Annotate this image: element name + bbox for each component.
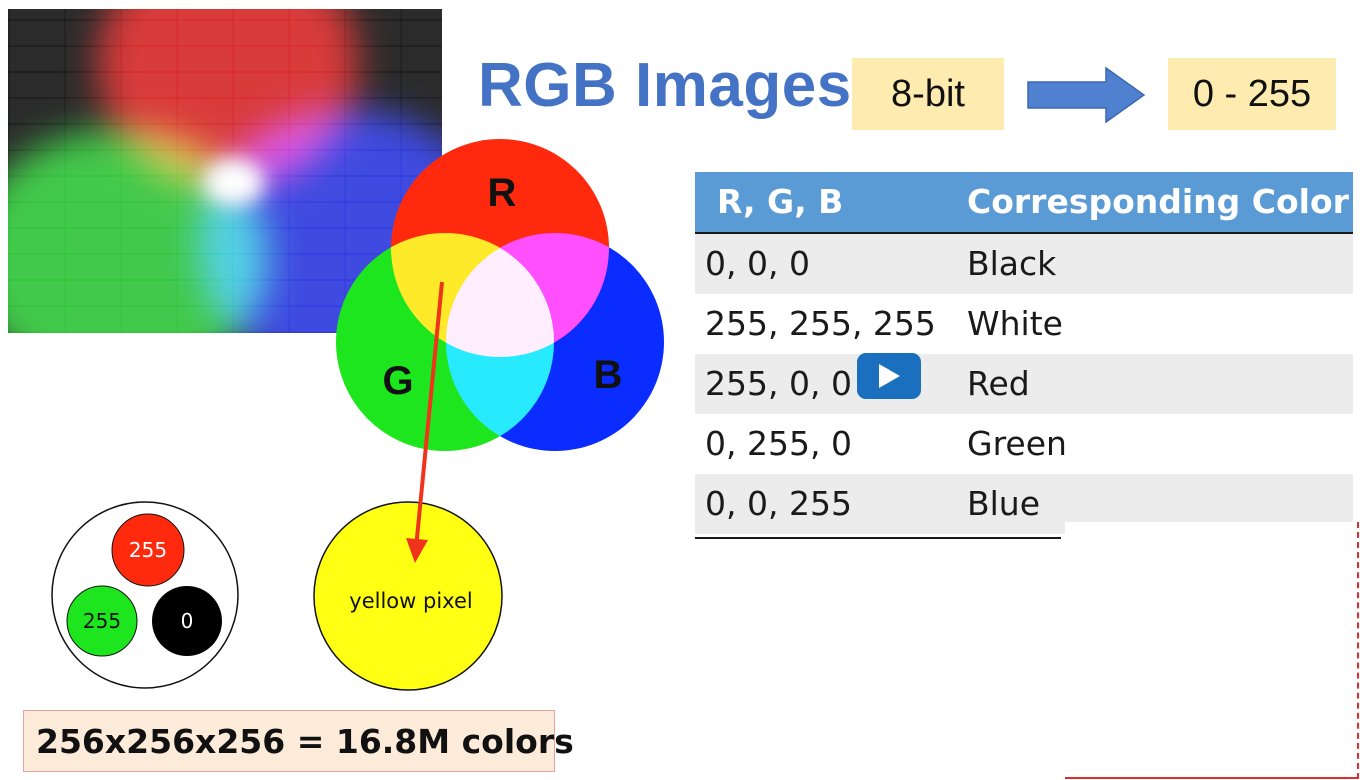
slide-title: RGB Images (478, 51, 852, 120)
value-range-box: 0 - 255 (1168, 58, 1336, 130)
bit-depth-box: 8-bit (852, 58, 1004, 130)
row-color: Black (967, 244, 1057, 283)
red-pointer-arrow (406, 281, 444, 563)
table-row: 255, 255, 255 White (695, 294, 1353, 354)
venn-label-r: R (488, 171, 517, 215)
yellow-pixel-label: yellow pixel (349, 589, 472, 613)
row-rgb: 0, 255, 0 (705, 424, 852, 463)
table-row: 0, 0, 0 Black (695, 234, 1353, 294)
play-button[interactable] (857, 353, 921, 399)
table-row: 0, 255, 0 Green (695, 414, 1353, 474)
color-count-formula: 256x256x256 = 16.8M colors (23, 710, 574, 772)
rgb-venn-diagram: R G B (336, 139, 664, 451)
row-color: Blue (967, 484, 1041, 523)
header-color: Corresponding Color (967, 182, 1349, 221)
table-row: 255, 0, 0 Red (695, 354, 1353, 414)
play-icon (879, 364, 900, 388)
row-rgb: 0, 0, 0 (705, 244, 810, 283)
rgb-color-table: R, G, B Corresponding Color 0, 0, 0 Blac… (695, 172, 1353, 534)
header-rgb: R, G, B (717, 182, 844, 221)
row-rgb: 255, 0, 0 (705, 364, 852, 403)
row-color: White (967, 304, 1063, 343)
row-color: Red (967, 364, 1030, 403)
blank-panel (1065, 522, 1359, 779)
row-color: Green (967, 424, 1067, 463)
row-rgb: 255, 255, 255 (705, 304, 936, 343)
blue-value: 0 (181, 609, 194, 633)
venn-label-b: B (594, 353, 623, 397)
row-rgb: 0, 0, 255 (705, 484, 852, 523)
red-value: 255 (129, 538, 167, 562)
pixel-components: 255 255 0 (51, 501, 239, 689)
green-value: 255 (83, 609, 121, 633)
table-bottom-rule (695, 537, 1061, 539)
right-arrow-icon (1027, 66, 1146, 124)
table-header: R, G, B Corresponding Color (695, 172, 1353, 234)
